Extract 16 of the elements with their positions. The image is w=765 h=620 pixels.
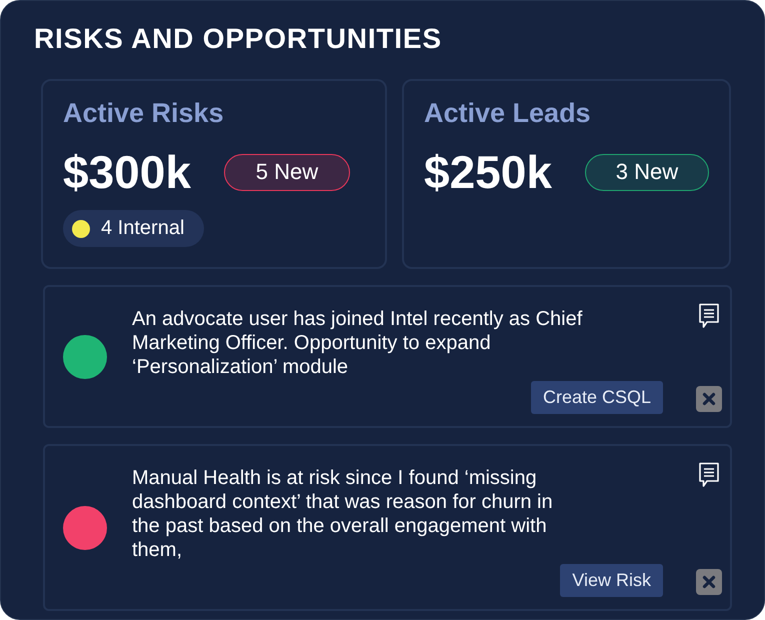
action-button[interactable]: Create CSQL xyxy=(530,381,663,414)
amount-value: $300k xyxy=(63,146,191,198)
close-icon[interactable] xyxy=(696,569,722,595)
new-count-badge: 3 New xyxy=(584,154,709,190)
card-title: Active Risks xyxy=(63,97,225,130)
panel-title: RISKS AND OPPORTUNITIES xyxy=(34,22,443,56)
comment-icon[interactable] xyxy=(698,303,720,329)
tag-label: 4 Internal xyxy=(101,217,184,240)
comment-icon[interactable] xyxy=(698,462,720,488)
new-count-badge: 5 New xyxy=(224,154,350,190)
action-button[interactable]: View Risk xyxy=(560,564,663,597)
alert-message: Manual Health is at risk since I found ‘missing dashboard context’ that was reason for churn in the past based on the overall engagement with them, xyxy=(132,466,554,562)
close-icon[interactable] xyxy=(696,386,722,412)
alert-message: An advocate user has joined Intel recently as Chief Marketing Officer. Opportunity to expand ‘Personalization’ module xyxy=(132,307,584,379)
amount-value: $250k xyxy=(424,146,552,198)
card-title: Active Leads xyxy=(424,97,592,130)
